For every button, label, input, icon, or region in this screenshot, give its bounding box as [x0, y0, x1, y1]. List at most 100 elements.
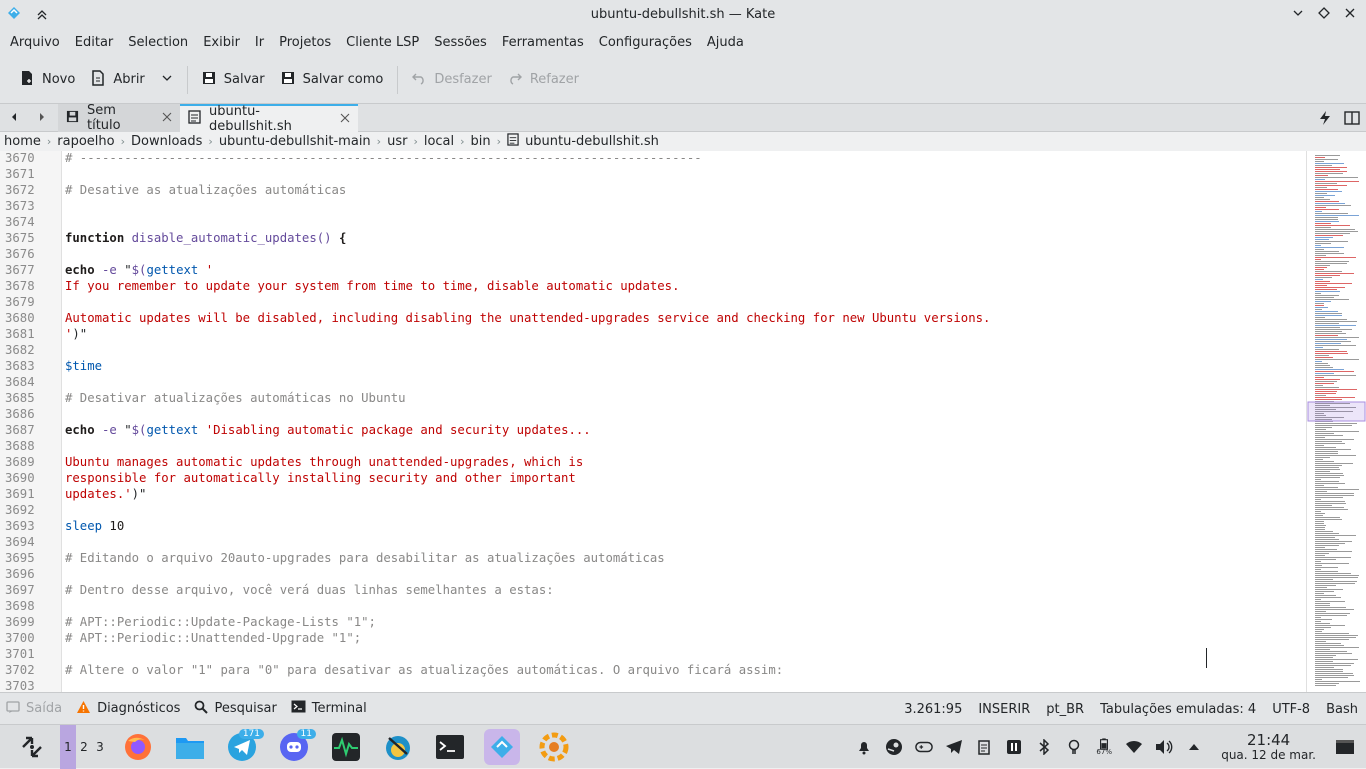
night-light-icon[interactable] — [1065, 738, 1083, 756]
tab-ubuntu-debullshit[interactable]: ubuntu-debullshit.sh — [180, 104, 358, 134]
firefox-icon[interactable] — [120, 729, 156, 765]
diagnostics-panel-button[interactable]: Diagnósticos — [76, 700, 180, 718]
code-line[interactable]: 3675 function disable_automatic_updates()… — [0, 230, 1306, 246]
minimap-scrollbar[interactable] — [1306, 151, 1366, 692]
code-line[interactable]: 3695 # Editando o arquivo 20auto-upgrades… — [0, 550, 1306, 566]
desktop-2[interactable]: 2 — [76, 725, 92, 769]
code-line[interactable]: 3670 # ----------------------------------… — [0, 151, 1306, 166]
code-line[interactable]: 3676 — [0, 246, 1306, 262]
code-editor[interactable]: 3670 # ----------------------------------… — [0, 151, 1306, 692]
encoding[interactable]: UTF-8 — [1272, 702, 1310, 717]
undo-button[interactable]: Desfazer — [404, 64, 500, 96]
desktop-1[interactable]: 1 — [60, 724, 76, 769]
input-mode[interactable]: INSERIR — [978, 702, 1030, 717]
code-line[interactable]: 3674 — [0, 214, 1306, 230]
menu-configuracoes[interactable]: Configurações — [593, 35, 698, 50]
application-launcher-icon[interactable] — [16, 729, 48, 765]
search-panel-button[interactable]: Pesquisar — [194, 700, 277, 718]
code-line[interactable]: 3672 # Desative as atualizações automátic… — [0, 182, 1306, 198]
terminal-app-icon[interactable] — [432, 729, 468, 765]
new-button[interactable]: Novo — [12, 64, 83, 96]
code-line[interactable]: 3692 — [0, 502, 1306, 518]
code-line[interactable]: 3673 — [0, 198, 1306, 214]
quick-open-icon[interactable] — [1318, 110, 1332, 130]
tab-scroll-left-icon[interactable] — [8, 111, 20, 127]
kate-taskbar-icon[interactable] — [484, 728, 520, 765]
code-line[interactable]: 3684 — [0, 374, 1306, 390]
syntax-mode[interactable]: Bash — [1326, 702, 1358, 717]
digital-clock[interactable]: 21:44 qua. 12 de mar. — [1221, 732, 1316, 762]
xnview-icon[interactable] — [536, 729, 572, 765]
split-view-icon[interactable] — [1344, 110, 1360, 130]
code-line[interactable]: 3701 — [0, 646, 1306, 662]
code-line[interactable]: 3688 — [0, 438, 1306, 454]
code-line[interactable]: 3678 If you remember to update your syste… — [0, 278, 1306, 294]
notification-bell-icon[interactable] — [855, 738, 873, 756]
battery-icon[interactable]: 67% — [1095, 738, 1113, 756]
discord-icon[interactable]: 11 — [276, 728, 316, 765]
code-line[interactable]: 3679 — [0, 294, 1306, 310]
code-line[interactable]: 3687 echo -e "$(gettext 'Disabling automa… — [0, 422, 1306, 438]
close-tab-icon[interactable] — [340, 112, 350, 127]
save-as-button[interactable]: Salvar como — [273, 64, 392, 96]
open-recent-dropdown[interactable] — [153, 64, 181, 96]
indentation-settings[interactable]: Tabulações emuladas: 4 — [1100, 702, 1256, 717]
terminal-panel-button[interactable]: Terminal — [291, 700, 367, 717]
menu-arquivo[interactable]: Arquivo — [4, 35, 66, 50]
spellcheck-language[interactable]: pt_BR — [1046, 702, 1084, 717]
code-line[interactable]: 3702 # Altere o valor "1" para "0" para d… — [0, 662, 1306, 678]
menu-editar[interactable]: Editar — [69, 35, 120, 50]
gimp-icon[interactable] — [380, 729, 416, 765]
show-desktop-icon[interactable] — [1334, 738, 1356, 756]
code-line[interactable]: 3699 # APT::Periodic::Update-Package-List… — [0, 614, 1306, 630]
code-line[interactable]: 3685 # Desativar atualizações automáticas… — [0, 390, 1306, 406]
menu-cliente-lsp[interactable]: Cliente LSP — [340, 35, 425, 50]
code-line[interactable]: 3691 updates.')" — [0, 486, 1306, 502]
cursor-position[interactable]: 3.261:95 — [904, 702, 962, 717]
close-tab-icon[interactable] — [162, 111, 172, 126]
bluetooth-icon[interactable] — [1035, 738, 1053, 756]
file-manager-icon[interactable] — [172, 729, 208, 765]
open-button[interactable]: Abrir — [83, 64, 152, 96]
desktop-3[interactable]: 3 — [92, 725, 108, 769]
code-line[interactable]: 3677 echo -e "$(gettext ' — [0, 262, 1306, 278]
code-line[interactable]: 3703 — [0, 678, 1306, 692]
code-line[interactable]: 3696 — [0, 566, 1306, 582]
telegram-icon[interactable]: 171 — [224, 728, 264, 765]
tab-sem-titulo[interactable]: Sem título — [58, 103, 180, 133]
keep-above-icon[interactable] — [34, 6, 50, 24]
volume-icon[interactable] — [1155, 738, 1173, 756]
media-pause-icon[interactable] — [1005, 738, 1023, 756]
breadcrumb-item-home[interactable]: home — [4, 134, 41, 149]
system-monitor-icon[interactable] — [328, 729, 364, 765]
breadcrumb-item-downloads[interactable]: Downloads — [131, 134, 202, 149]
clipboard-icon[interactable] — [975, 738, 993, 756]
telegram-tray-icon[interactable] — [945, 738, 963, 756]
tray-expand-icon[interactable] — [1185, 738, 1203, 756]
menu-projetos[interactable]: Projetos — [273, 35, 337, 50]
code-lines[interactable]: 3670 # ----------------------------------… — [0, 151, 1306, 692]
menu-ferramentas[interactable]: Ferramentas — [496, 35, 590, 50]
code-line[interactable]: 3682 — [0, 342, 1306, 358]
minimap-viewport[interactable] — [1307, 401, 1366, 422]
code-line[interactable]: 3686 — [0, 406, 1306, 422]
code-line[interactable]: 3693 sleep 10 — [0, 518, 1306, 534]
menu-ajuda[interactable]: Ajuda — [701, 35, 750, 50]
kate-app-icon[interactable] — [6, 5, 22, 25]
code-line[interactable]: 3689 Ubuntu manages automatic updates thr… — [0, 454, 1306, 470]
code-line[interactable]: 3694 — [0, 534, 1306, 550]
code-line[interactable]: 3681 ')" — [0, 326, 1306, 342]
code-line[interactable]: 3697 # Dentro desse arquivo, você verá du… — [0, 582, 1306, 598]
menu-sessoes[interactable]: Sessões — [428, 35, 493, 50]
breadcrumb-item-rapoelho[interactable]: rapoelho — [57, 134, 114, 149]
tab-scroll-right-icon[interactable] — [36, 111, 48, 127]
wifi-icon[interactable] — [1125, 738, 1143, 756]
breadcrumb-item-ubuntu-debullshit-main[interactable]: ubuntu-debullshit-main — [219, 134, 371, 149]
code-line[interactable]: 3698 — [0, 598, 1306, 614]
code-line[interactable]: 3680 Automatic updates will be disabled, … — [0, 310, 1306, 326]
redo-button[interactable]: Refazer — [500, 64, 587, 96]
code-line[interactable]: 3671 — [0, 166, 1306, 182]
minimize-button[interactable] — [1290, 4, 1306, 22]
steam-icon[interactable] — [885, 738, 903, 756]
code-line[interactable]: 3690 responsible for automatically instal… — [0, 470, 1306, 486]
